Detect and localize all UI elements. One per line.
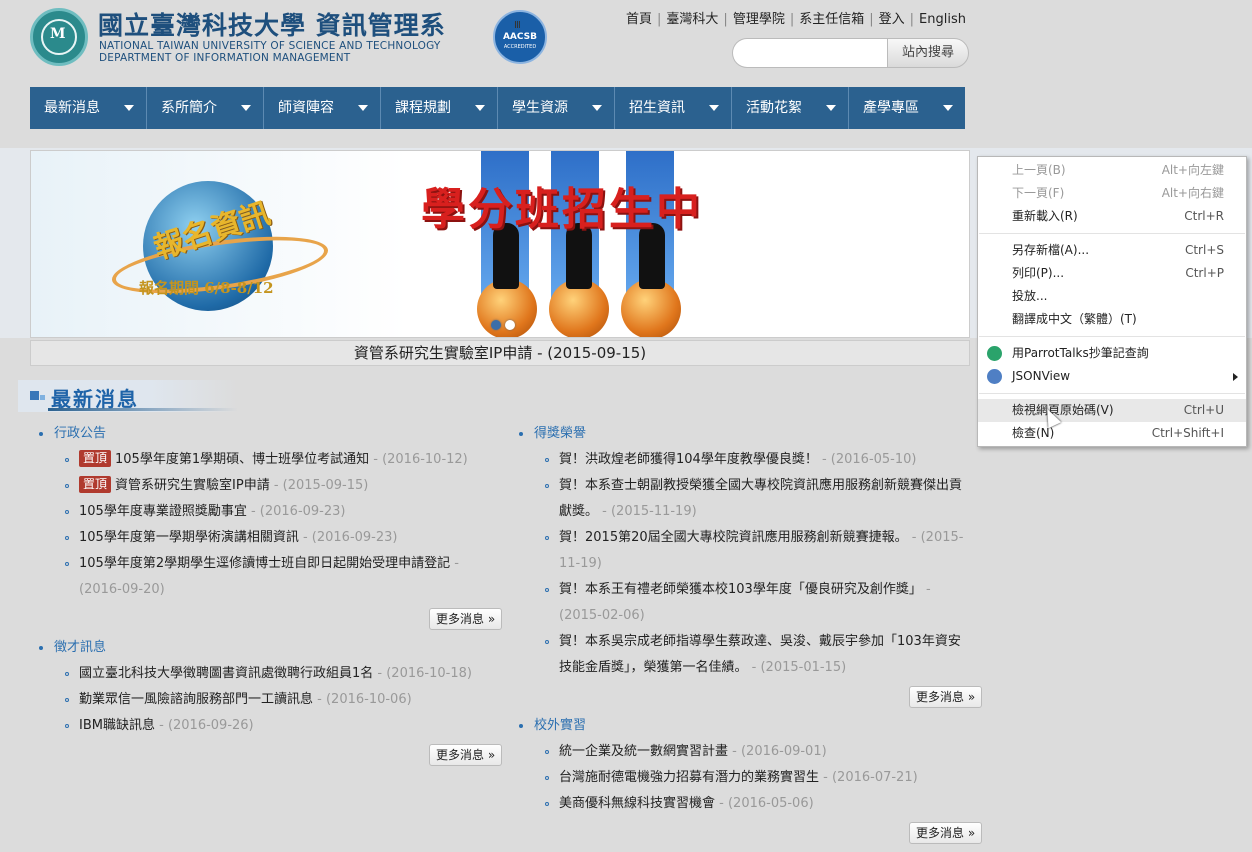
news-item[interactable]: 賀！本系吳宗成老師指導學生蔡政達、吳浚、戴辰宇參加「103年資安技能金盾獎」，榮…: [510, 629, 970, 681]
parrot-icon: [987, 346, 1002, 361]
news-item[interactable]: 賀！洪政煌老師獲得104學年度教學優良獎！ - (2016-05-10): [510, 447, 970, 473]
jsonview-icon: [987, 369, 1002, 384]
news-item[interactable]: 台灣施耐德電機強力招募有潛力的業務實習生 - (2016-07-21): [510, 765, 970, 791]
news-column-right-internships: 校外實習 統一企業及統一數網實習計畫 - (2016-09-01) 台灣施耐德電…: [510, 713, 970, 817]
ctx-menu-forward[interactable]: 下一頁(F) Alt+向右鍵: [978, 182, 1246, 205]
caret-down-icon: [943, 105, 953, 111]
ctx-menu-view-source[interactable]: 檢視網頁原始碼(V) Ctrl+U: [978, 399, 1246, 422]
nav-item-about[interactable]: 系所簡介: [147, 87, 264, 129]
news-category-admin[interactable]: 行政公告: [30, 421, 500, 447]
pinned-badge: 置頂: [79, 450, 112, 467]
top-links: 首頁 | 臺灣科大 | 管理學院 | 系主任信箱 | 登入 | English: [626, 12, 966, 27]
caret-down-icon: [124, 105, 134, 111]
news-item[interactable]: 國立臺北科技大學徵聘圖書資訊處徵聘行政組員1名 - (2016-10-18): [30, 661, 500, 687]
news-item[interactable]: 勤業眾信一風險諮詢服務部門一工讀訊息 - (2016-10-06): [30, 687, 500, 713]
nav-item-student-resources[interactable]: 學生資源: [498, 87, 615, 129]
site-title-zh: 國立臺灣科技大學 資訊管理系: [98, 11, 446, 40]
nav-item-activities[interactable]: 活動花絮: [732, 87, 849, 129]
news-item[interactable]: 置頂 105學年度第1學期碩、博士班學位考試通知 - (2016-10-12): [30, 447, 500, 473]
ctx-menu-translate[interactable]: 翻譯成中文（繁體）(T): [978, 308, 1246, 331]
slide-indicators: [491, 319, 519, 334]
site-title-en-line2: DEPARTMENT OF INFORMATION MANAGEMENT: [99, 52, 351, 64]
top-link-english[interactable]: English: [919, 12, 966, 27]
news-category-jobs[interactable]: 徵才訊息: [30, 635, 500, 661]
browser-context-menu: 上一頁(B) Alt+向左鍵 下一頁(F) Alt+向右鍵 重新載入(R) Ctrl+…: [977, 156, 1247, 447]
banner-slideshow[interactable]: 報名資訊 報名期間 6/8-8/12 學分班招生中: [30, 150, 970, 338]
submenu-arrow-icon: [1233, 373, 1238, 381]
news-column-left-jobs: 徵才訊息 國立臺北科技大學徵聘圖書資訊處徵聘行政組員1名 - (2016-10-…: [30, 635, 500, 739]
slide-dot-active[interactable]: [505, 320, 515, 330]
ctx-menu-print[interactable]: 列印(P)... Ctrl+P: [978, 262, 1246, 285]
news-item[interactable]: IBM職缺訊息 - (2016-09-26): [30, 713, 500, 739]
nav-item-news[interactable]: 最新消息: [30, 87, 147, 129]
slide-dot[interactable]: [491, 320, 501, 330]
top-link-ntust[interactable]: 臺灣科大: [666, 12, 718, 27]
banner-headline: 學分班招生中: [421, 184, 703, 235]
pinned-badge: 置頂: [79, 476, 112, 493]
more-news-button[interactable]: 更多消息 »: [429, 744, 503, 766]
caret-down-icon: [241, 105, 251, 111]
nav-item-faculty[interactable]: 師資陣容: [264, 87, 381, 129]
ctx-menu-parrottalks[interactable]: 用ParrotTalks抄筆記查詢: [978, 342, 1246, 365]
ctx-menu-back[interactable]: 上一頁(B) Alt+向左鍵: [978, 159, 1246, 182]
news-category-awards[interactable]: 得獎榮譽: [510, 421, 970, 447]
caret-down-icon: [826, 105, 836, 111]
caret-down-icon: [358, 105, 368, 111]
news-item[interactable]: 賀！本系王有禮老師榮獲本校103學年度「優良研究及創作獎」 - (2015-02…: [510, 577, 970, 629]
main-nav: 最新消息 系所簡介 師資陣容 課程規劃 學生資源 招生資訊 活動花絮 產學專區: [30, 87, 965, 129]
more-news-button[interactable]: 更多消息 »: [909, 686, 983, 708]
site-search-button[interactable]: 站內搜尋: [887, 38, 969, 68]
news-item[interactable]: 賀！2015第20屆全國大專校院資訊應用服務創新競賽捷報。 - (2015-11…: [510, 525, 970, 577]
banner-caption[interactable]: 資管系研究生實驗室IP申請 - (2015-09-15): [30, 340, 970, 366]
more-news-button[interactable]: 更多消息 »: [909, 822, 983, 844]
news-section-header: 最新消息: [18, 380, 238, 412]
ctx-menu-reload[interactable]: 重新載入(R) Ctrl+R: [978, 205, 1246, 228]
nav-item-curriculum[interactable]: 課程規劃: [381, 87, 498, 129]
caret-down-icon: [592, 105, 602, 111]
ctx-menu-inspect[interactable]: 檢查(N) Ctrl+Shift+I: [978, 422, 1246, 445]
aacsb-badge: Ⅲ AACSB ACCREDITED: [493, 10, 547, 64]
university-seal-logo[interactable]: M: [30, 8, 88, 66]
news-item[interactable]: 置頂 資管系研究生實驗室IP申請 - (2015-09-15): [30, 473, 500, 499]
news-item[interactable]: 統一企業及統一數網實習計畫 - (2016-09-01): [510, 739, 970, 765]
news-column-left: 行政公告 置頂 105學年度第1學期碩、博士班學位考試通知 - (2016-10-…: [30, 421, 500, 603]
news-item[interactable]: 105學年度第2學期學生逕修讀博士班自即日起開始受理申請登記 - (2016-0…: [30, 551, 479, 603]
caret-down-icon: [709, 105, 719, 111]
news-category-internships[interactable]: 校外實習: [510, 713, 970, 739]
nav-item-industry[interactable]: 產學專區: [849, 87, 965, 129]
ctx-menu-jsonview[interactable]: JSONView: [978, 365, 1246, 388]
news-item[interactable]: 105學年度專業證照獎勵事宜 - (2016-09-23): [30, 499, 500, 525]
top-link-chair-mailbox[interactable]: 系主任信箱: [799, 12, 864, 27]
news-item[interactable]: 美商優科無線科技實習機會 - (2016-05-06): [510, 791, 970, 817]
ctx-menu-cast[interactable]: 投放...: [978, 285, 1246, 308]
top-link-home[interactable]: 首頁: [626, 12, 652, 27]
news-column-right: 得獎榮譽 賀！洪政煌老師獲得104學年度教學優良獎！ - (2016-05-10…: [510, 421, 970, 681]
nav-item-admissions[interactable]: 招生資訊: [615, 87, 732, 129]
site-search-input[interactable]: [732, 38, 888, 68]
ctx-menu-save-as[interactable]: 另存新檔(A)... Ctrl+S: [978, 239, 1246, 262]
news-item[interactable]: 賀！本系查士朝副教授榮獲全國大專校院資訊應用服務創新競賽傑出貢獻獎。 - (20…: [510, 473, 970, 525]
banner-period: 報名期間 6/8-8/12: [139, 279, 274, 297]
more-news-button[interactable]: 更多消息 »: [429, 608, 503, 630]
site-header: M 國立臺灣科技大學 資訊管理系 NATIONAL TAIWAN UNIVERS…: [0, 0, 1252, 80]
caret-down-icon: [475, 105, 485, 111]
site-title-en-line1: NATIONAL TAIWAN UNIVERSITY OF SCIENCE AN…: [99, 40, 441, 52]
top-link-login[interactable]: 登入: [879, 12, 905, 27]
top-link-management[interactable]: 管理學院: [733, 12, 785, 27]
news-item[interactable]: 105學年度第一學期學術演講相關資訊 - (2016-09-23): [30, 525, 500, 551]
